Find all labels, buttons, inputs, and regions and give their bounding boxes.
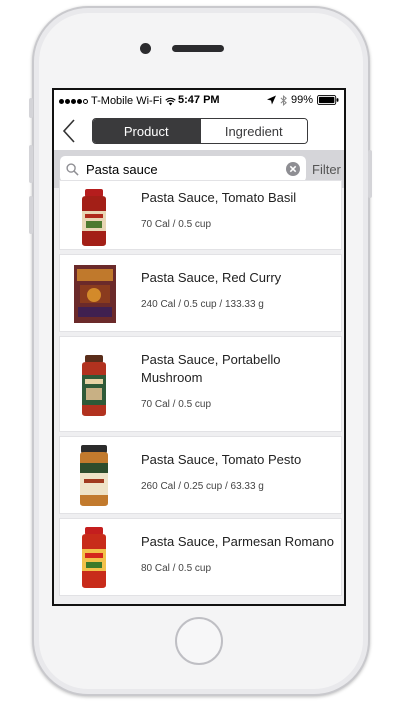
product-nutrition: 70 Cal / 0.5 cup: [141, 399, 212, 410]
product-nutrition: 80 Cal / 0.5 cup: [141, 563, 212, 574]
search-query: Pasta sauce: [86, 161, 158, 177]
tab-ingredient[interactable]: Ingredient: [199, 119, 307, 143]
power-button: [368, 150, 372, 198]
volume-down-button: [29, 196, 33, 234]
search-icon: [66, 162, 79, 176]
earpiece-speaker: [172, 45, 224, 52]
app-screen: T-Mobile Wi-Fi 5:47 PM 99% Product Ingre…: [52, 88, 346, 606]
bluetooth-icon: [280, 94, 287, 106]
nav-bar: Product Ingredient: [54, 112, 344, 150]
list-item[interactable]: Pasta Sauce, Tomato Pesto 260 Cal / 0.25…: [59, 436, 342, 514]
clear-search-icon[interactable]: [286, 162, 300, 176]
product-name: Pasta Sauce, Red Curry: [141, 270, 282, 285]
carrier-name: T-Mobile Wi-Fi: [91, 95, 162, 107]
product-jar-image: [82, 189, 106, 246]
home-button[interactable]: [175, 617, 223, 665]
front-camera: [140, 43, 151, 54]
list-item[interactable]: Pasta Sauce, Tomato Basil 70 Cal / 0.5 c…: [59, 180, 342, 250]
product-nutrition: 260 Cal / 0.25 cup / 63.33 g: [141, 481, 264, 492]
product-name: Pasta Sauce, Tomato Basil: [141, 190, 297, 205]
status-bar: T-Mobile Wi-Fi 5:47 PM 99%: [54, 90, 344, 112]
search-type-segmented-control: Product Ingredient: [92, 118, 308, 144]
status-time: 5:47 PM: [178, 94, 220, 106]
battery-percent: 99%: [290, 94, 313, 106]
product-box-image: [74, 265, 116, 323]
list-item[interactable]: Pasta Sauce, Red Curry 240 Cal / 0.5 cup…: [59, 254, 342, 332]
signal-strength-icon: [59, 98, 88, 104]
product-jar-image: [82, 527, 106, 588]
location-arrow-icon: [266, 95, 276, 105]
back-chevron-icon[interactable]: [62, 118, 76, 144]
product-name: Pasta Sauce, Parmesan Romano: [141, 534, 334, 549]
search-input[interactable]: Pasta sauce: [60, 156, 306, 182]
list-item[interactable]: Pasta Sauce, Parmesan Romano 80 Cal / 0.…: [59, 518, 342, 596]
product-jar-image: [82, 355, 106, 416]
product-nutrition: 240 Cal / 0.5 cup / 133.33 g: [141, 299, 264, 310]
wifi-icon: [165, 97, 176, 105]
battery-icon: [317, 95, 339, 105]
product-name: Pasta Sauce, Portabello Mushroom: [141, 352, 281, 385]
volume-up-button: [29, 145, 33, 183]
list-item[interactable]: Pasta Sauce, Portabello Mushroom 70 Cal …: [59, 336, 342, 432]
mute-switch: [29, 98, 33, 118]
tab-product[interactable]: Product: [93, 119, 200, 143]
filter-button[interactable]: Filter: [312, 162, 341, 177]
product-name: Pasta Sauce, Tomato Pesto: [141, 452, 302, 467]
product-nutrition: 70 Cal / 0.5 cup: [141, 219, 212, 230]
product-jar-image: [80, 445, 108, 506]
